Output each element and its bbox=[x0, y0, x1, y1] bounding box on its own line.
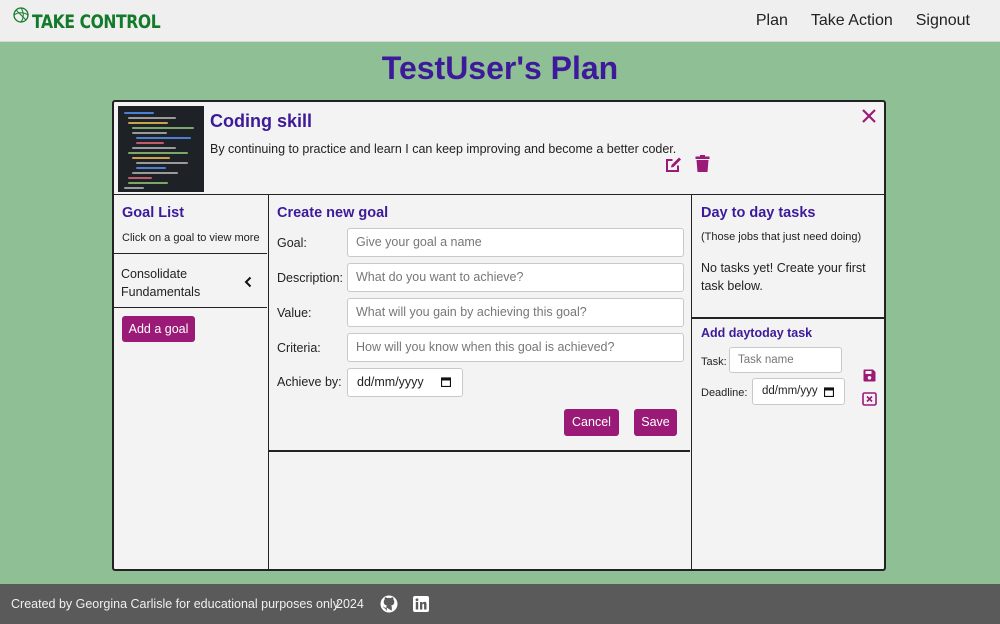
skill-image bbox=[118, 106, 204, 192]
daytoday-subheading: (Those jobs that just need doing) bbox=[701, 231, 862, 243]
add-goal-button[interactable]: Add a goal bbox=[122, 316, 195, 342]
nav-link-signout[interactable]: Signout bbox=[916, 12, 970, 30]
nav-links: Plan Take Action Signout bbox=[733, 12, 970, 30]
calendar-icon[interactable] bbox=[441, 377, 451, 387]
goal-list-heading: Goal List bbox=[122, 205, 185, 221]
value-input[interactable]: What will you gain by achieving this goa… bbox=[347, 298, 684, 327]
daytoday-panel: Day to day tasks (Those jobs that just n… bbox=[692, 195, 884, 569]
deadline-label: Deadline: bbox=[701, 387, 748, 399]
deadline-date-value: dd/mm/yyy bbox=[762, 385, 818, 397]
achieve-by-date-input[interactable]: dd/mm/yyyy bbox=[347, 368, 463, 397]
close-box-icon[interactable] bbox=[862, 392, 877, 406]
brand-leaf-icon bbox=[13, 7, 29, 23]
skill-header: Coding skill By continuing to practice a… bbox=[114, 102, 884, 195]
footer-year: 2024 bbox=[336, 597, 364, 611]
brand-name: TAKE CONTROL bbox=[32, 11, 161, 33]
description-label: Description: bbox=[277, 271, 343, 285]
goal-item-label: Consolidate Fundamentals bbox=[121, 267, 201, 299]
add-daytoday-heading: Add daytoday task bbox=[701, 326, 813, 340]
save-button[interactable]: Save bbox=[634, 409, 677, 436]
criteria-input[interactable]: How will you know when this goal is achi… bbox=[347, 333, 684, 362]
navbar: TAKE CONTROL Plan Take Action Signout bbox=[0, 0, 1000, 42]
brand[interactable]: TAKE CONTROL bbox=[12, 6, 188, 33]
form-divider bbox=[269, 450, 690, 452]
footer-credit: Created by Georgina Carlisle for educati… bbox=[11, 597, 339, 611]
close-icon[interactable] bbox=[860, 107, 878, 125]
skill-card: Coding skill By continuing to practice a… bbox=[112, 100, 886, 571]
daytoday-heading: Day to day tasks bbox=[701, 205, 816, 221]
goal-list-item[interactable]: Consolidate Fundamentals bbox=[114, 253, 267, 308]
nav-link-plan[interactable]: Plan bbox=[756, 12, 788, 30]
daytoday-empty-message: No tasks yet! Create your first task bel… bbox=[701, 261, 866, 293]
description-input[interactable]: What do you want to achieve? bbox=[347, 263, 684, 292]
deadline-date-input[interactable]: dd/mm/yyy bbox=[752, 378, 845, 405]
github-icon[interactable] bbox=[380, 595, 398, 613]
goal-name-input[interactable]: Give your goal a name bbox=[347, 228, 684, 257]
save-icon[interactable] bbox=[863, 369, 876, 382]
criteria-label: Criteria: bbox=[277, 341, 321, 355]
chevron-left-icon bbox=[244, 276, 252, 288]
create-goal-panel: Create new goal Goal: Give your goal a n… bbox=[269, 195, 692, 569]
trash-icon[interactable] bbox=[695, 155, 710, 172]
goal-list-panel: Goal List Click on a goal to view more C… bbox=[114, 195, 269, 569]
task-label: Task: bbox=[701, 356, 727, 368]
footer: Created by Georgina Carlisle for educati… bbox=[0, 584, 1000, 624]
goal-label: Goal: bbox=[277, 236, 307, 250]
skill-description: By continuing to practice and learn I ca… bbox=[210, 142, 677, 156]
linkedin-icon[interactable] bbox=[413, 596, 429, 612]
skill-title: Coding skill bbox=[210, 111, 313, 131]
edit-icon[interactable] bbox=[665, 156, 682, 173]
goal-list-hint: Click on a goal to view more bbox=[122, 232, 260, 244]
task-name-input[interactable]: Task name bbox=[729, 347, 842, 373]
achieve-by-label: Achieve by: bbox=[277, 375, 342, 389]
calendar-icon[interactable] bbox=[824, 387, 834, 397]
value-label: Value: bbox=[277, 306, 312, 320]
page-title: TestUser's Plan bbox=[381, 50, 619, 86]
nav-link-take-action[interactable]: Take Action bbox=[811, 12, 893, 30]
daytoday-divider bbox=[692, 317, 884, 319]
create-goal-heading: Create new goal bbox=[277, 205, 389, 221]
cancel-button[interactable]: Cancel bbox=[564, 409, 619, 436]
achieve-by-date-value: dd/mm/yyyy bbox=[357, 375, 424, 389]
